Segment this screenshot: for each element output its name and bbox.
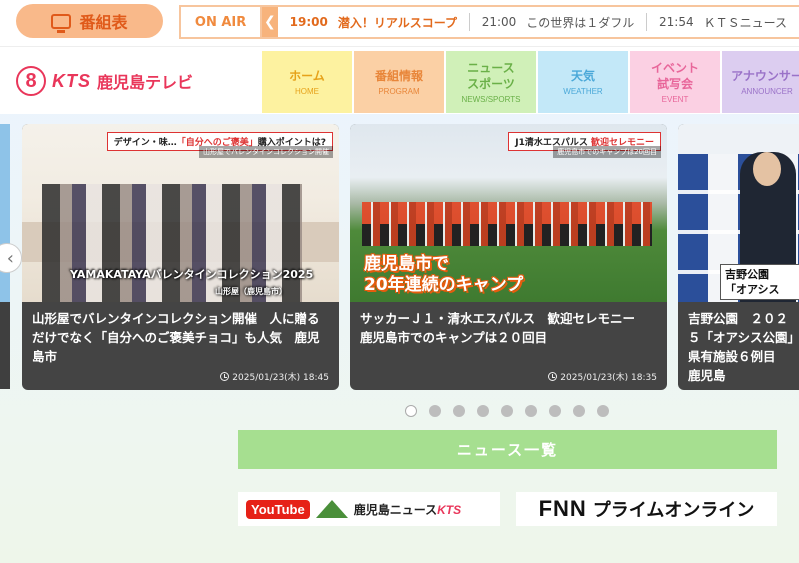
site-logo[interactable]: 8 KTS 鹿児島テレビ [16, 65, 193, 97]
carousel-dot[interactable] [597, 405, 609, 417]
chevron-left-icon: ❮ [264, 14, 276, 30]
news-carousel: デザイン・味…「自分へのご褒美」購入ポイントは? 山形屋でバレンタインコレクショ… [0, 124, 799, 394]
nav-tab-label: ニュース スポーツ [467, 61, 515, 91]
carousel-dot[interactable] [501, 405, 513, 417]
news-card-title: 山形屋でバレンタインコレクション開催 人に贈るだけでなく「自分へのご褒美チョコ」… [32, 311, 320, 364]
nav-tab-sublabel: EVENT [661, 95, 689, 104]
nav-tab[interactable]: ホーム HOME [262, 51, 354, 113]
nav-tab-sublabel: PROGRAM [378, 87, 420, 96]
carousel-prev-button[interactable]: ‹ [0, 243, 22, 273]
youtube-channel-label: 鹿児島ニュースKTS [353, 502, 462, 517]
youtube-logo: YouTube [246, 499, 310, 519]
top-bar: 番組表 ON AIR ❮ 19:00 潜入！リアルスコープ 21:00 この世界… [0, 0, 799, 46]
program-guide-label: 番組表 [79, 13, 128, 32]
carousel-dot[interactable] [453, 405, 465, 417]
schedule-time: 21:00 [481, 15, 517, 29]
fnn-logo: FNN [538, 496, 587, 521]
nav-tabs: ホーム HOME 番組情報 PROGRAM ニュース スポーツ NEWS/SPORTS 天気… [262, 51, 799, 113]
photo-sign: 吉野公園 「オアシス [720, 264, 799, 300]
photo-title: YAMAKATAYAバレンタインコレクション2025 [70, 268, 314, 281]
onair-ticker: ON AIR ❮ 19:00 潜入！リアルスコープ 21:00 この世界は１ダフ… [179, 5, 799, 39]
carousel-dot[interactable] [429, 405, 441, 417]
nav-tab-sublabel: ANNOUNCER [741, 87, 793, 96]
nav-tab-sublabel: NEWS/SPORTS [461, 95, 521, 104]
schedule-item[interactable]: 19:00 潜入！リアルスコープ [278, 7, 469, 37]
photo-subheadline: 鹿児島市でのキャンプは20回目 [553, 146, 661, 158]
news-card-date: 2025/01/23(木) 18:45 [220, 370, 329, 383]
carousel-pagination [405, 405, 609, 417]
nav-tab[interactable]: ニュース スポーツ NEWS/SPORTS [446, 51, 538, 113]
channel-8-logo-icon: 8 [16, 66, 46, 96]
mountain-icon [315, 500, 348, 518]
news-card-title: 吉野公園 ２０２５「オアシス公園」 県有施設６例目 鹿児島 [688, 311, 799, 383]
news-card[interactable]: 吉野公園 「オアシス 吉野公園 ２０２５「オアシス公園」 県有施設６例目 鹿児島 [678, 124, 799, 390]
main-nav: 8 KTS 鹿児島テレビ ホーム HOME 番組情報 PROGRAM ニュース スポーツ… [0, 46, 799, 114]
carousel-dot[interactable] [549, 405, 561, 417]
carousel-dot[interactable] [477, 405, 489, 417]
nav-tab[interactable]: アナウンサー ANNOUNCER [722, 51, 799, 113]
nav-tab-label: ホーム [289, 69, 325, 83]
clock-icon [220, 372, 230, 381]
nav-tab[interactable]: イベント 試写会 EVENT [630, 51, 722, 113]
nav-tab-sublabel: WEATHER [563, 87, 603, 96]
schedule-title: この世界は１ダフル [526, 15, 635, 30]
news-photo: J1清水エスパルス 歓迎セレモニー 鹿児島市でのキャンプは20回目 鹿児島市で … [350, 124, 667, 302]
photo-place: 山形屋（鹿児島市） [215, 287, 287, 296]
news-card-date: 2025/01/23(木) 18:35 [548, 370, 657, 383]
news-card[interactable]: デザイン・味…「自分へのご褒美」購入ポイントは? 山形屋でバレンタインコレクショ… [22, 124, 339, 390]
news-photo: 吉野公園 「オアシス [678, 124, 799, 302]
fnn-banner[interactable]: FNN プライムオンライン [516, 492, 777, 526]
schedule-item[interactable]: 21:00 この世界は１ダフル [470, 7, 647, 37]
carousel-dot[interactable] [573, 405, 585, 417]
ticker-prev-button[interactable]: ❮ [262, 7, 278, 37]
carousel-dot[interactable] [405, 405, 417, 417]
schedule-time: 19:00 [289, 15, 328, 29]
logo-kts: KTS [52, 70, 91, 91]
chevron-left-icon: ‹ [6, 247, 14, 269]
program-guide-button[interactable]: 番組表 [16, 4, 163, 38]
nav-tab-sublabel: HOME [295, 87, 319, 96]
photo-big-caption: 鹿児島市で 20年連続のキャンプ [364, 254, 524, 295]
nav-tab[interactable]: 番組情報 PROGRAM [354, 51, 446, 113]
nav-tab[interactable]: 天気 WEATHER [538, 51, 630, 113]
news-list-button[interactable]: ニュース一覧 [238, 430, 777, 469]
tv-icon [51, 13, 72, 33]
schedule-item[interactable]: 21:54 ＫＴＳニュース [647, 7, 799, 37]
fnn-prime-online-label: プライムオンライン [592, 500, 755, 521]
onair-label: ON AIR [181, 7, 263, 37]
schedule-time: 21:54 [659, 15, 694, 29]
nav-tab-label: アナウンサー [731, 69, 799, 83]
nav-tab-label: 番組情報 [374, 69, 423, 83]
logo-station-name: 鹿児島テレビ [97, 73, 194, 92]
youtube-banner[interactable]: YouTube 鹿児島ニュースKTS [238, 492, 500, 526]
news-card-title: サッカーＪ１・清水エスパルス 歓迎セレモニー 鹿児島市でのキャンプは２０回目 [360, 311, 648, 345]
photo-subheadline: 山形屋でバレンタインコレクション開催 [199, 146, 333, 158]
schedule-title: 潜入！リアルスコープ [337, 15, 457, 30]
clock-icon [548, 372, 558, 381]
schedule-title: ＫＴＳニュース [703, 15, 788, 30]
nav-tab-label: イベント 試写会 [650, 61, 699, 91]
nav-tab-label: 天気 [570, 69, 595, 83]
news-card[interactable]: J1清水エスパルス 歓迎セレモニー 鹿児島市でのキャンプは20回目 鹿児島市で … [350, 124, 667, 390]
news-photo: デザイン・味…「自分へのご褒美」購入ポイントは? 山形屋でバレンタインコレクショ… [22, 124, 339, 302]
carousel-dot[interactable] [525, 405, 537, 417]
